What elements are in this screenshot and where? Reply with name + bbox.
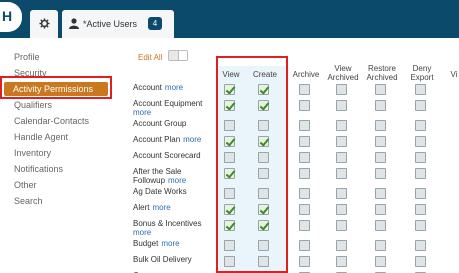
permission-name: Account Equipment xyxy=(133,99,203,108)
permission-checkbox[interactable] xyxy=(375,256,386,267)
sidebar-item-calendar-contacts[interactable]: Calendar-Contacts xyxy=(14,116,89,126)
permission-checkbox[interactable] xyxy=(299,120,310,131)
permission-name: Bulk Oil Delivery xyxy=(133,255,192,264)
edit-all-label: Edit All xyxy=(138,53,163,62)
tab-count-badge: 4 xyxy=(148,17,162,30)
permission-checkbox[interactable] xyxy=(415,120,426,131)
permission-checkbox[interactable] xyxy=(336,152,347,163)
permission-checkbox[interactable] xyxy=(415,136,426,147)
more-link[interactable]: more xyxy=(152,203,170,212)
more-link[interactable]: more xyxy=(168,176,186,185)
column-header: Archive xyxy=(292,70,320,79)
permission-checkbox[interactable] xyxy=(415,240,426,251)
table-row-label: Account more xyxy=(133,83,183,92)
permission-checkbox[interactable] xyxy=(299,136,310,147)
column-header: Vi xyxy=(450,70,458,79)
permission-name: Budget xyxy=(133,239,159,248)
permission-checkbox[interactable] xyxy=(336,120,347,131)
permission-name: Account xyxy=(133,83,162,92)
permission-checkbox[interactable] xyxy=(336,220,347,231)
tab-active-users[interactable]: *Active Users 4 xyxy=(62,10,174,38)
edit-all-toggle[interactable] xyxy=(168,50,188,61)
sidebar-item-qualifiers[interactable]: Qualifiers xyxy=(14,100,52,110)
table-row-label: Bulk Oil Delivery xyxy=(133,255,192,264)
table-row-label: Ag Date Works xyxy=(133,187,187,196)
permission-checkbox[interactable] xyxy=(299,188,310,199)
column-header: Restore Archived xyxy=(366,64,398,82)
permission-name: Alert xyxy=(133,203,150,212)
permission-checkbox[interactable] xyxy=(375,84,386,95)
permission-checkbox[interactable] xyxy=(415,188,426,199)
permission-name: Account Scorecard xyxy=(133,151,201,160)
permission-checkbox[interactable] xyxy=(375,188,386,199)
toggle-knob xyxy=(178,51,187,60)
permission-checkbox[interactable] xyxy=(375,204,386,215)
more-link[interactable]: more xyxy=(161,239,179,248)
more-link[interactable]: more xyxy=(165,83,183,92)
permission-checkbox[interactable] xyxy=(299,220,310,231)
annotation-box-view-create xyxy=(216,56,288,273)
permission-checkbox[interactable] xyxy=(336,204,347,215)
more-link[interactable]: more xyxy=(183,135,201,144)
permission-checkbox[interactable] xyxy=(415,220,426,231)
permission-checkbox[interactable] xyxy=(375,100,386,111)
gear-icon xyxy=(39,18,50,29)
permission-checkbox[interactable] xyxy=(415,152,426,163)
permission-checkbox[interactable] xyxy=(299,152,310,163)
permission-name: Account Group xyxy=(133,119,187,128)
column-header: View Archived xyxy=(327,64,359,82)
sidebar-item-handle-agent[interactable]: Handle Agent xyxy=(14,132,68,142)
table-row-label: Account Scorecard xyxy=(133,151,201,160)
sidebar-item-other[interactable]: Other xyxy=(14,180,37,190)
table-row-label: Account Plan more xyxy=(133,135,201,144)
permission-checkbox[interactable] xyxy=(375,136,386,147)
permission-checkbox[interactable] xyxy=(415,256,426,267)
permission-checkbox[interactable] xyxy=(375,152,386,163)
permission-checkbox[interactable] xyxy=(336,240,347,251)
tab-label: *Active Users xyxy=(83,19,138,29)
permission-checkbox[interactable] xyxy=(375,240,386,251)
table-row-label: Account Group xyxy=(133,119,186,128)
table-row-label: Account Equipment more xyxy=(133,99,202,117)
permission-name: Account Plan xyxy=(133,135,181,144)
sidebar-item-search[interactable]: Search xyxy=(14,196,43,206)
permission-checkbox[interactable] xyxy=(299,256,310,267)
annotation-box-sidebar xyxy=(0,76,112,99)
table-row-label: Budget more xyxy=(133,239,180,248)
permission-checkbox[interactable] xyxy=(375,220,386,231)
permission-checkbox[interactable] xyxy=(415,84,426,95)
permission-checkbox[interactable] xyxy=(299,240,310,251)
sidebar-item-profile[interactable]: Profile xyxy=(14,52,40,62)
more-link[interactable]: more xyxy=(133,228,151,237)
logo-letter: H xyxy=(2,8,13,24)
permission-checkbox[interactable] xyxy=(299,100,310,111)
permission-checkbox[interactable] xyxy=(415,204,426,215)
table-row-label: Alert more xyxy=(133,203,171,212)
top-bar: H *Active Users 4 xyxy=(0,0,459,38)
permission-checkbox[interactable] xyxy=(336,136,347,147)
sidebar-item-notifications[interactable]: Notifications xyxy=(14,164,63,174)
permission-checkbox[interactable] xyxy=(336,188,347,199)
permission-checkbox[interactable] xyxy=(299,84,310,95)
user-icon xyxy=(69,18,79,29)
permission-name: Bonus & Incentives xyxy=(133,219,202,228)
permission-checkbox[interactable] xyxy=(375,120,386,131)
permission-name: Ag Date Works xyxy=(133,187,187,196)
permission-checkbox[interactable] xyxy=(336,100,347,111)
app-logo[interactable]: H xyxy=(0,2,22,32)
permission-checkbox[interactable] xyxy=(415,168,426,179)
permission-checkbox[interactable] xyxy=(415,100,426,111)
permission-checkbox[interactable] xyxy=(375,168,386,179)
permission-checkbox[interactable] xyxy=(336,84,347,95)
sidebar-item-inventory[interactable]: Inventory xyxy=(14,148,51,158)
permission-checkbox[interactable] xyxy=(299,204,310,215)
table-row-label: After the Sale Followup more xyxy=(133,167,186,185)
permission-checkbox[interactable] xyxy=(336,168,347,179)
table-row-label: Bonus & Incentives more xyxy=(133,219,201,237)
more-link[interactable]: more xyxy=(133,108,151,117)
tab-settings[interactable] xyxy=(30,10,58,38)
permission-checkbox[interactable] xyxy=(336,256,347,267)
permission-checkbox[interactable] xyxy=(299,168,310,179)
